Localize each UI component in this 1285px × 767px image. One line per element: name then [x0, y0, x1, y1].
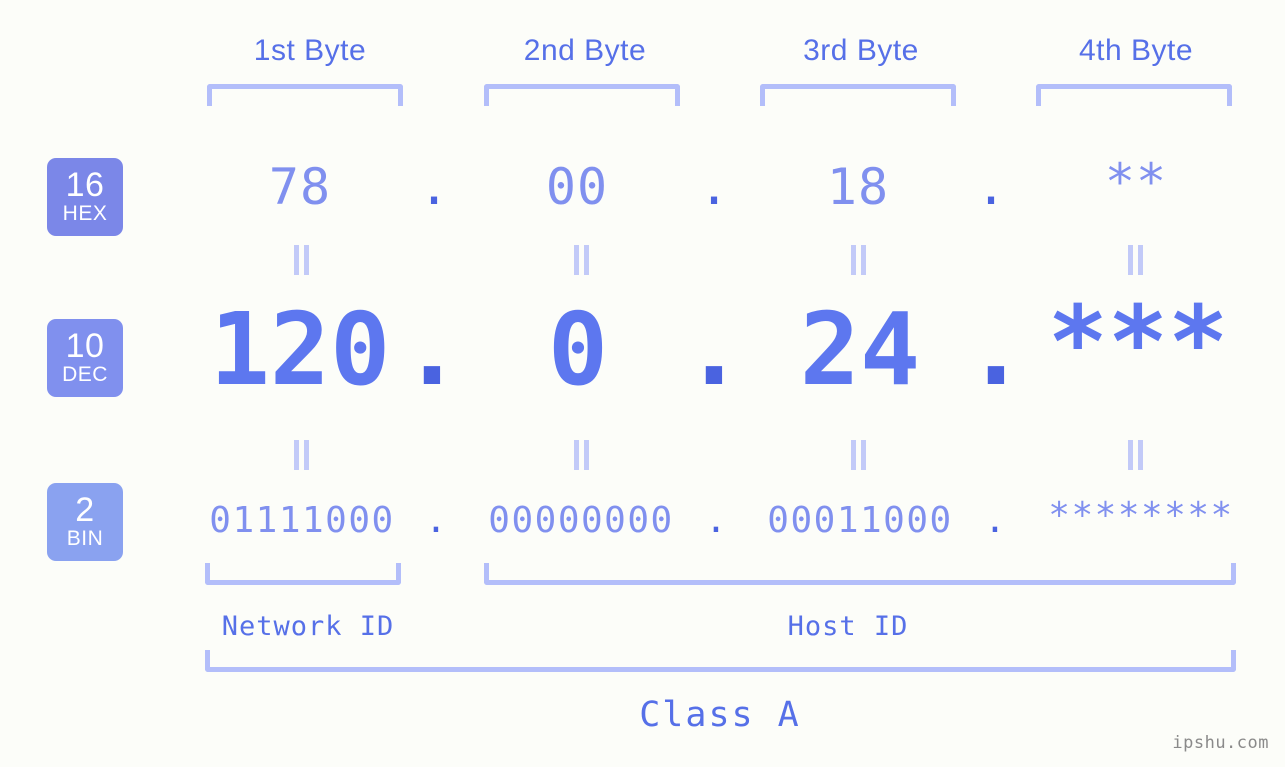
hex-byte-1: 78 [268, 158, 332, 216]
bin-byte-2: 00000000 [488, 500, 674, 541]
dec-byte-1: 120 [209, 291, 391, 408]
equals-connector-hex-dec-1 [288, 245, 314, 275]
network-id-bracket [205, 563, 401, 585]
byte-bracket-2 [484, 84, 680, 106]
byte-bracket-4 [1036, 84, 1232, 106]
address-class-bracket [205, 650, 1236, 672]
bin-byte-3: 00011000 [767, 500, 953, 541]
byte-header-2: 2nd Byte [523, 34, 647, 67]
equals-connector-hex-dec-2 [568, 245, 594, 275]
base-badge-hex-name: HEX [62, 202, 108, 225]
equals-connector-hex-dec-3 [845, 245, 871, 275]
hex-byte-3: 18 [826, 158, 890, 216]
base-badge-bin-number: 2 [75, 491, 95, 529]
host-id-label: Host ID [787, 611, 909, 642]
host-id-bracket [484, 563, 1236, 585]
byte-header-3: 3rd Byte [803, 34, 919, 67]
ip-byte-diagram: 1st Byte 2nd Byte 3rd Byte 4th Byte 16 H… [0, 0, 1285, 767]
address-class-label: Class A [639, 695, 801, 735]
base-badge-bin-name: BIN [66, 527, 104, 550]
network-id-label: Network ID [221, 611, 395, 642]
hex-byte-4: ** [1104, 153, 1168, 211]
equals-connector-dec-bin-3 [845, 440, 871, 470]
base-badge-hex-number: 16 [65, 166, 105, 204]
byte-header-4: 4th Byte [1078, 34, 1194, 67]
equals-connector-dec-bin-1 [288, 440, 314, 470]
bin-byte-1: 01111000 [209, 500, 395, 541]
dec-byte-2: 0 [547, 291, 609, 408]
byte-bracket-1 [207, 84, 403, 106]
byte-header-1: 1st Byte [253, 34, 367, 67]
base-badge-dec-number: 10 [65, 327, 105, 365]
hex-byte-2: 00 [545, 158, 609, 216]
byte-bracket-3 [760, 84, 956, 106]
dec-byte-4: *** [1047, 284, 1229, 401]
dec-byte-3: 24 [799, 291, 921, 408]
equals-connector-dec-bin-4 [1122, 440, 1148, 470]
base-badge-bin: 2 BIN [47, 483, 123, 561]
base-badge-dec-name: DEC [62, 363, 108, 386]
base-badge-hex: 16 HEX [47, 158, 123, 236]
bin-byte-4: ******** [1048, 495, 1234, 536]
equals-connector-dec-bin-2 [568, 440, 594, 470]
base-badge-dec: 10 DEC [47, 319, 123, 397]
equals-connector-hex-dec-4 [1122, 245, 1148, 275]
site-watermark: ipshu.com [1172, 733, 1269, 753]
